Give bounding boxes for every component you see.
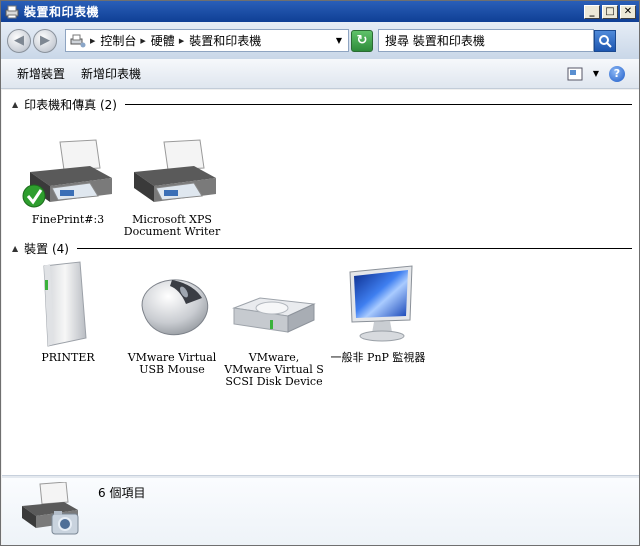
maximize-button[interactable]: □ xyxy=(602,4,618,19)
device-item-fineprint[interactable]: FinePrint#:3 xyxy=(18,138,118,226)
details-pane: 6 個項目 xyxy=(2,478,639,545)
add-printer-button[interactable]: 新增印表機 xyxy=(73,62,149,85)
address-row: ◀ ▶ ▶ 控制台 ▶ 硬體 ▶ 裝置和印表機 ▼ ↻ 搜尋 裝置和印表機 xyxy=(1,22,639,59)
search-button[interactable] xyxy=(594,29,616,52)
devices-printers-icon xyxy=(22,482,79,535)
refresh-icon: ↻ xyxy=(356,33,368,48)
computer-tower-icon xyxy=(43,261,87,347)
refresh-button[interactable]: ↻ xyxy=(351,29,373,52)
content-pane: ▲ 印表機和傳真 (2) FinePrint#:3 Microsoft XPS … xyxy=(2,90,639,475)
group-title: 裝置 (4) xyxy=(24,242,69,256)
view-options-dropdown-icon[interactable]: ▼ xyxy=(593,69,599,78)
chevron-right-icon[interactable]: ▶ xyxy=(179,37,184,45)
arrow-left-icon: ◀ xyxy=(14,33,24,48)
mouse-icon xyxy=(141,279,209,336)
search-icon xyxy=(599,34,612,48)
collapse-icon[interactable]: ▲ xyxy=(12,100,18,109)
forward-button[interactable]: ▶ xyxy=(33,28,57,53)
breadcrumb-hardware[interactable]: 硬體 xyxy=(151,32,175,49)
device-label: Microsoft XPS Document Writer xyxy=(123,213,221,238)
item-count: 6 個項目 xyxy=(98,486,146,500)
device-label: 一般非 PnP 監視器 xyxy=(330,351,426,364)
devices-and-printers-window: 裝置和印表機 _ □ ✕ ◀ ▶ ▶ 控制台 ▶ 硬體 ▶ 裝置和印表機 ▼ ↻… xyxy=(0,0,640,546)
group-header-printers[interactable]: ▲ 印表機和傳真 (2) xyxy=(12,96,632,113)
collapse-icon[interactable]: ▲ xyxy=(12,244,18,253)
chevron-right-icon[interactable]: ▶ xyxy=(90,37,95,45)
device-item-scsi-disk[interactable]: VMware, VMware Virtual S SCSI Disk Devic… xyxy=(224,260,324,388)
address-bar[interactable]: ▶ 控制台 ▶ 硬體 ▶ 裝置和印表機 ▼ xyxy=(65,29,349,52)
title-bar[interactable]: 裝置和印表機 _ □ ✕ xyxy=(1,1,639,22)
hard-disk-icon xyxy=(232,297,316,333)
search-input[interactable]: 搜尋 裝置和印表機 xyxy=(378,29,594,52)
window-title: 裝置和印表機 xyxy=(24,5,100,19)
devices-printers-icon xyxy=(70,34,86,47)
devices-printers-icon xyxy=(5,5,19,18)
caption-buttons: _ □ ✕ xyxy=(584,4,636,19)
arrow-right-icon: ▶ xyxy=(40,33,50,48)
device-item-xps-writer[interactable]: Microsoft XPS Document Writer xyxy=(122,138,222,238)
device-item-printer[interactable]: PRINTER xyxy=(18,260,118,364)
back-button[interactable]: ◀ xyxy=(7,28,31,53)
device-item-monitor[interactable]: 一般非 PnP 監視器 xyxy=(328,260,428,364)
device-label: PRINTER xyxy=(41,351,95,364)
device-label: VMware Virtual USB Mouse xyxy=(127,351,217,376)
breadcrumb-devices-printers[interactable]: 裝置和印表機 xyxy=(189,32,261,49)
chevron-down-icon[interactable]: ▼ xyxy=(336,36,342,45)
change-view-icon[interactable] xyxy=(567,67,583,81)
close-button[interactable]: ✕ xyxy=(620,4,636,19)
monitor-icon xyxy=(349,265,413,342)
printer-icon xyxy=(22,139,112,208)
minimize-button[interactable]: _ xyxy=(584,4,600,19)
add-device-button[interactable]: 新增裝置 xyxy=(9,62,73,85)
device-item-usb-mouse[interactable]: VMware Virtual USB Mouse xyxy=(122,260,222,376)
chevron-right-icon[interactable]: ▶ xyxy=(140,37,145,45)
command-bar: 新增裝置 新增印表機 ▼ ? xyxy=(1,59,639,89)
breadcrumb-control-panel[interactable]: 控制台 xyxy=(100,32,136,49)
group-title: 印表機和傳真 (2) xyxy=(24,98,117,112)
toolbar-right: ▼ ? xyxy=(567,65,625,82)
device-label: VMware, VMware Virtual S SCSI Disk Devic… xyxy=(224,351,324,388)
help-icon[interactable]: ? xyxy=(609,65,625,82)
group-header-devices[interactable]: ▲ 裝置 (4) xyxy=(12,240,632,257)
group-divider xyxy=(76,248,632,249)
device-label: FinePrint#:3 xyxy=(31,213,105,226)
printer-icon xyxy=(134,139,216,202)
group-divider xyxy=(124,104,632,105)
default-check-icon xyxy=(22,184,46,208)
